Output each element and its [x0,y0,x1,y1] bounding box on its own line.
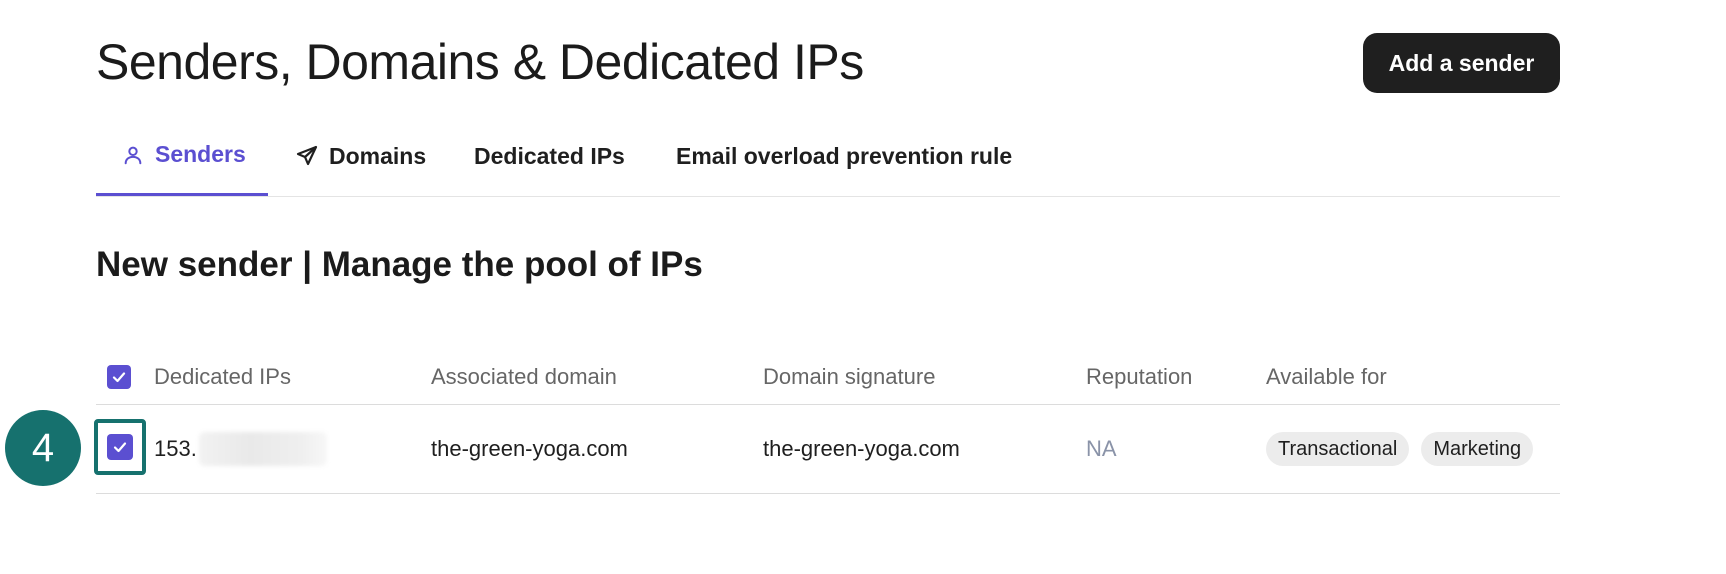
ip-address: 153. [154,436,197,461]
tab-bar: Senders Domains Dedicated IPs Email over… [96,128,1560,197]
table-header: Dedicated IPs Associated domain Domain s… [96,350,1560,405]
check-icon [113,442,127,453]
domain-signature-cell: the-green-yoga.com [763,436,960,461]
tab-senders-label: Senders [155,141,246,167]
row-checkbox[interactable] [94,419,146,475]
user-icon [120,142,146,168]
column-header-available-for[interactable]: Available for [1266,350,1387,404]
step-number-badge: 4 [5,410,81,486]
add-sender-button[interactable]: Add a sender [1363,33,1560,93]
tab-dedicated-ips[interactable]: Dedicated IPs [474,128,625,196]
tab-senders[interactable]: Senders [96,128,268,196]
associated-domain-cell: the-green-yoga.com [431,436,628,461]
tab-dedicated-ips-label: Dedicated IPs [474,142,625,169]
reputation-cell: NA [1086,436,1117,461]
table-row[interactable]: 153. the-green-yoga.com the-green-yoga.c… [94,405,1560,494]
available-for-cell: Transactional Marketing [1266,405,1545,493]
page-title: Senders, Domains & Dedicated IPs [96,34,864,90]
ip-cell: 153. [154,405,327,493]
checkbox-checked [107,434,133,460]
checkbox-checked [107,365,131,389]
tag-marketing: Marketing [1421,432,1534,466]
tab-email-overload-label: Email overload prevention rule [676,142,1013,169]
column-header-dedicated-ips[interactable]: Dedicated IPs [154,350,291,404]
tag-transactional: Transactional [1266,432,1410,466]
tab-domains-label: Domains [329,142,427,169]
column-header-associated-domain[interactable]: Associated domain [431,350,617,404]
send-icon [294,143,320,169]
column-header-domain-signature[interactable]: Domain signature [763,350,935,404]
tab-email-overload[interactable]: Email overload prevention rule [676,128,1012,196]
check-icon [112,372,126,383]
tab-domains[interactable]: Domains [294,128,426,196]
column-header-reputation[interactable]: Reputation [1086,350,1192,404]
redacted-ip-mask [198,432,327,466]
select-all-checkbox[interactable] [107,350,131,404]
section-title: New sender | Manage the pool of IPs [96,245,703,284]
